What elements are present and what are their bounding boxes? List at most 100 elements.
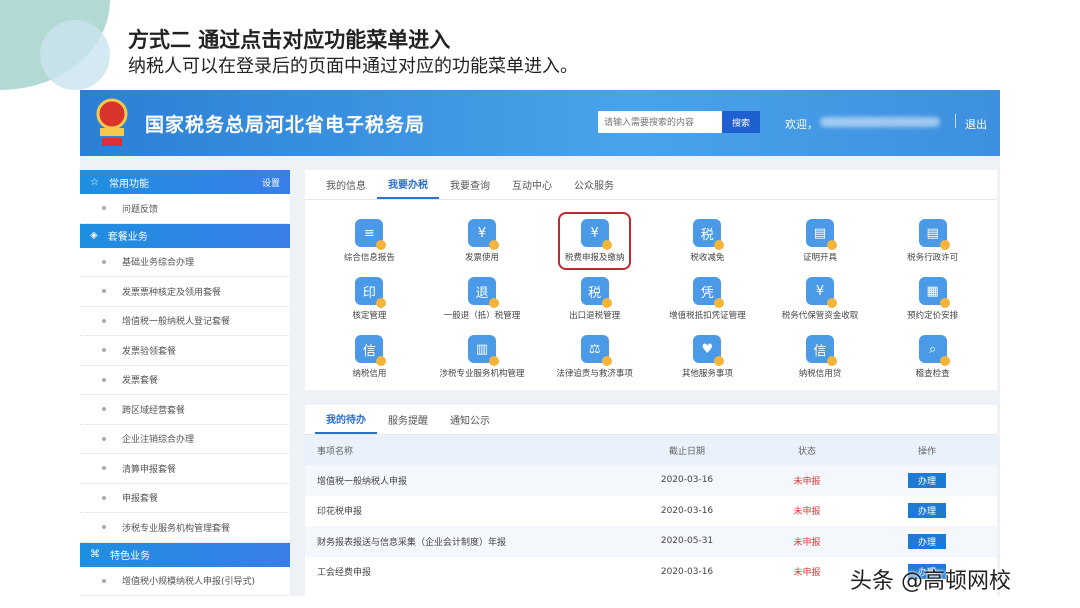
slide-subtitle: 纳税人可以在登录后的页面中通过对应的功能菜单进入。 [128,56,578,77]
function-item[interactable]: ♥ 其他服务事项 [651,328,764,386]
function-icon: ≡ [355,219,387,250]
function-label: 核定管理 [352,311,387,321]
function-label: 综合信息报告 [343,253,395,263]
deadline: 2020-05-31 [660,536,714,547]
bullet-icon [102,495,106,500]
column-header: 事项名称 [317,446,354,457]
function-item[interactable]: ⚖ 法律追责与救济事项 [538,328,651,386]
sidebar-item[interactable]: 增值税小规模纳税人申报(引导式) [80,567,290,596]
function-icon: ▤ [805,219,837,250]
sidebar-item-label: 跨区域经营套餐 [122,405,186,416]
function-icon: ¥ [805,277,837,308]
function-item[interactable]: ¥ 发票使用 [426,212,539,270]
settings-link[interactable]: 设置 [262,176,280,189]
sidebar-item[interactable]: 基础业务综合办理 [80,248,290,277]
status-badge: 未申报 [793,476,821,487]
tab-main[interactable]: 我要办税 [377,170,439,199]
sidebar-item[interactable]: 申报套餐 [80,484,290,513]
function-item[interactable]: 印核定管理 [313,270,426,328]
function-item[interactable]: ⌕ 稽查检查 [876,328,989,386]
sidebar-item-label: 发票票种核定及领用套餐 [122,287,222,298]
function-label: 证明开具 [802,253,837,263]
function-item[interactable]: ▦ 预约定价安排 [876,270,989,328]
sidebar-section-packages[interactable]: ◈ 套餐业务 [80,223,290,248]
function-icon: 信 [805,335,837,366]
function-label: 增值税抵扣凭证管理 [669,311,746,321]
tab-todo[interactable]: 通知公示 [439,405,501,434]
welcome-text: 欢迎， [785,118,818,131]
function-icon: ¥ [580,219,612,250]
function-item[interactable]: 凭增值税抵扣凭证管理 [651,270,764,328]
layers-icon: ◈ [90,230,98,241]
handle-button[interactable]: 办理 [908,472,946,488]
sidebar-item[interactable]: 发票套餐 [80,366,290,395]
sidebar-item[interactable]: 问题反馈 [80,194,290,224]
bullet-icon [102,318,106,323]
function-label: 涉税专业服务机构管理 [439,369,525,379]
item-name: 财务报表报送与信息采集（企业会计制度）年报 [317,537,507,548]
handle-button[interactable]: 办理 [908,503,946,519]
deadline: 2020-03-16 [660,475,714,486]
function-icon: ⚖ [580,335,612,366]
sidebar-item[interactable]: 清算申报套餐 [80,454,290,484]
sidebar-item-label: 涉税专业服务机构管理套餐 [122,523,231,534]
function-icon: ♥ [693,335,725,366]
screenshot-panel: 国家税务总局河北省电子税务局 搜索 欢迎， 退出 ☆ 常用功能 设置 问题反馈 ◈ 套… [80,90,1000,596]
watermark: 头条 @高顿网校 [850,569,1011,594]
function-item[interactable]: ¥ 税费申报及缴纳 [558,212,631,270]
tab-main[interactable]: 我要查询 [439,170,501,199]
function-label: 发票使用 [464,253,499,263]
function-label: 税费申报及缴纳 [564,253,625,263]
sidebar-item-label: 发票套餐 [122,376,159,387]
tab-todo[interactable]: 服务提醒 [377,405,439,434]
tab-main[interactable]: 互动中心 [501,170,563,199]
bullet-icon [102,348,106,353]
table-row: 印花税申报 2020-03-16 未申报 办理 [305,496,997,527]
decor-circle [40,20,110,90]
tab-main[interactable]: 公众服务 [563,170,625,199]
emblem-icon [96,98,128,146]
sidebar-section-featured[interactable]: ⌘ 特色业务 [80,542,290,567]
function-label: 出口退税管理 [569,311,621,321]
sidebar-item-label: 增值税一般纳税人登记套餐 [122,317,231,328]
table-header: 事项名称 截止日期 状态 操作 [305,435,997,465]
bullet-icon [102,525,106,530]
item-name: 印花税申报 [317,507,363,518]
function-label: 法律追责与救济事项 [556,369,633,379]
sidebar-item[interactable]: 发票验领套餐 [80,336,290,366]
sidebar-item[interactable]: 跨区域经营套餐 [80,395,290,425]
function-icon: 税 [580,277,612,308]
function-item[interactable]: ▤ 税务行政许可 [876,212,989,270]
deadline: 2020-03-16 [660,505,714,516]
sidebar-item[interactable]: 发票票种核定及领用套餐 [80,277,290,307]
function-item[interactable]: ≡ 综合信息报告 [313,212,426,270]
function-icon: 印 [355,277,387,308]
deadline: 2020-03-16 [660,566,714,577]
sidebar-item-label: 增值税小规模纳税人申报(引导式) [122,577,256,588]
function-item[interactable]: 退一般退（抵）税管理 [426,270,539,328]
bullet-icon [102,466,106,471]
tab-main[interactable]: 我的信息 [315,170,377,199]
sidebar-item[interactable]: 增值税一般纳税人登记套餐 [80,307,290,336]
search-button[interactable]: 搜索 [722,111,760,133]
sidebar-section-common[interactable]: ☆ 常用功能 设置 [80,170,290,194]
function-icon: 退 [467,277,499,308]
bullet-icon [102,289,106,294]
function-item[interactable]: 税税收减免 [651,212,764,270]
column-header: 操作 [917,446,936,457]
function-item[interactable]: ▤ 证明开具 [764,212,877,270]
function-item[interactable]: 税出口退税管理 [538,270,651,328]
search-input[interactable] [598,111,722,133]
handle-button[interactable]: 办理 [908,533,946,549]
function-icon: 税 [693,219,725,250]
function-item[interactable]: 信纳税信用 [313,328,426,386]
function-label: 一般退（抵）税管理 [443,311,521,321]
tab-todo[interactable]: 我的待办 [315,405,377,434]
function-item[interactable]: ▥ 涉税专业服务机构管理 [426,328,539,386]
logout-link[interactable]: 退出 [965,116,987,132]
function-item[interactable]: 信纳税信用贷 [764,328,877,386]
function-item[interactable]: ¥ 税务代保管资金收取 [764,270,877,328]
sidebar-item[interactable]: 涉税专业服务机构管理套餐 [80,513,290,543]
sidebar-item[interactable]: 企业注销综合办理 [80,425,290,454]
site-header: 国家税务总局河北省电子税务局 搜索 欢迎， 退出 [80,90,1000,156]
